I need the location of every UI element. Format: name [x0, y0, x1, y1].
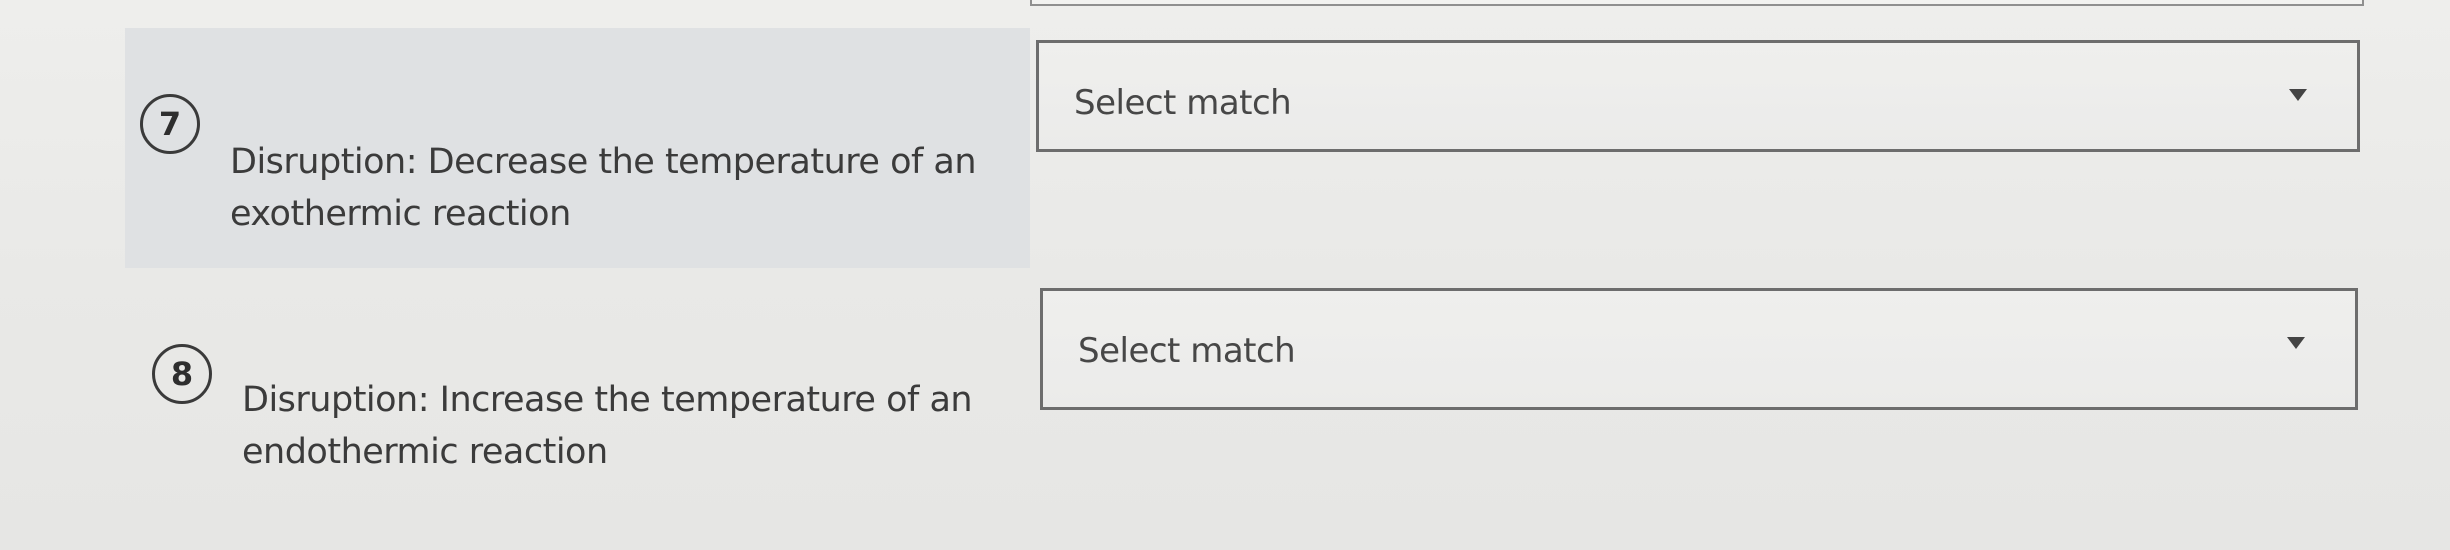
question-prompt-line: exothermic reaction: [230, 194, 571, 234]
question-prompt-line: endothermic reaction: [242, 432, 608, 472]
previous-select-box-edge[interactable]: [1030, 0, 2364, 6]
match-select-dropdown[interactable]: Select match: [1040, 288, 2358, 410]
question-prompt-line: Disruption: Decrease the temperature of …: [230, 142, 977, 182]
question-prompt: Disruption: Increase the temperature of …: [242, 374, 1022, 478]
chevron-down-icon[interactable]: [2289, 89, 2307, 101]
matching-question-page: 7 Disruption: Decrease the temperature o…: [0, 0, 2450, 550]
question-item-7: 7 Disruption: Decrease the temperature o…: [0, 28, 2450, 268]
select-value: Select match: [1074, 83, 1292, 123]
chevron-down-icon[interactable]: [2287, 337, 2305, 349]
select-value: Select match: [1078, 331, 1296, 371]
question-prompt: Disruption: Decrease the temperature of …: [230, 136, 1010, 240]
question-number-badge: 7: [140, 94, 200, 154]
match-select-dropdown[interactable]: Select match: [1036, 40, 2360, 152]
question-number-badge: 8: [152, 344, 212, 404]
question-item-8: 8 Disruption: Increase the temperature o…: [0, 280, 2450, 490]
question-prompt-line: Disruption: Increase the temperature of …: [242, 380, 973, 420]
